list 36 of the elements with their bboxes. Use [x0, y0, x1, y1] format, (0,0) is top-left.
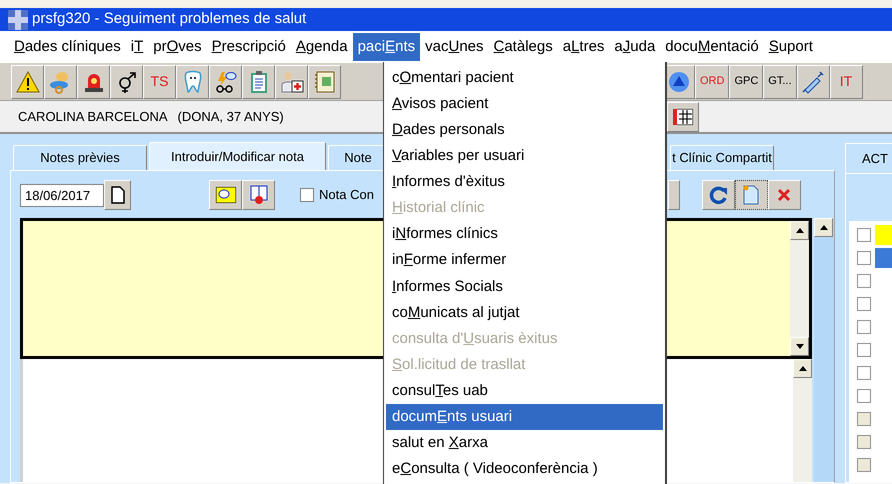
menu-item[interactable]: aJuda	[609, 33, 660, 61]
menu-item[interactable]: Agenda	[290, 33, 353, 61]
patient-info: (DONA, 37 ANYS)	[178, 108, 284, 126]
tab[interactable]: Notes prèvies	[13, 145, 147, 170]
menu-option[interactable]: Avisos pacient	[386, 91, 663, 118]
menu-item[interactable]: paciEnts	[352, 33, 420, 61]
menu-option[interactable]: documEnts usuari	[386, 404, 663, 430]
date-field[interactable]: 18/06/2017	[20, 184, 104, 206]
menu-option[interactable]: Informes Socials	[386, 274, 663, 300]
menu-option[interactable]: Dades personals	[386, 117, 663, 144]
menu-option[interactable]: inForme infermer	[386, 248, 663, 274]
menu-item[interactable]: iT	[126, 33, 148, 61]
menu-item[interactable]: Catàlegs	[488, 33, 558, 61]
patient-name: CAROLINA BARCELONA	[18, 108, 168, 126]
menu-item[interactable]: vacUnes	[420, 33, 488, 61]
menu-item[interactable]: aLtres	[558, 33, 610, 61]
toolbar-button[interactable]: GPC	[729, 64, 764, 98]
tab[interactable]: t Clínic Compartit	[670, 145, 774, 170]
menu-item[interactable]: Suport	[764, 33, 818, 61]
menu-item[interactable]: Prescripció	[206, 33, 291, 61]
menu-option[interactable]: cOmentari pacient	[386, 65, 663, 92]
menu-option[interactable]: coMunicats al jutjat	[386, 300, 663, 326]
checkbox-label: Nota Con	[319, 186, 374, 204]
menu-option[interactable]: consulTes uab	[386, 378, 663, 404]
menu-option[interactable]: eConsulta ( Videoconferència )	[386, 456, 663, 482]
menu-item[interactable]: Dades clíniques	[9, 33, 126, 61]
menu-item[interactable]: docuMentació	[660, 33, 764, 61]
toolbar-button[interactable]: GT...	[763, 64, 797, 98]
menu-option[interactable]: Variables per usuari	[386, 143, 663, 170]
window-title: prsfg320 - Seguiment problemes de salut	[32, 9, 306, 30]
tab[interactable]: Introduir/Modificar nota	[149, 142, 326, 170]
menu-item[interactable]: prOves	[148, 33, 207, 61]
menu-option[interactable]: iNformes clínics	[386, 222, 663, 248]
menu-option[interactable]: salut en Xarxa	[386, 430, 663, 456]
tab[interactable]: ACT	[845, 143, 892, 173]
menu-option[interactable]: Informes d'èxitus	[386, 169, 663, 196]
